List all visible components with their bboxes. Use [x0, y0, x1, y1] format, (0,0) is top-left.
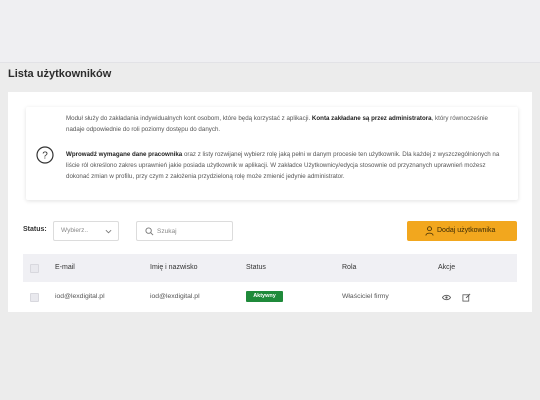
status-select[interactable]: Wybierz.. [53, 221, 119, 241]
svg-text:?: ? [42, 151, 48, 162]
add-user-button[interactable]: Dodaj użytkownika [407, 221, 517, 241]
column-header-name: Imię i nazwisko [150, 264, 198, 271]
search-icon [145, 227, 154, 236]
status-filter-label: Status: [23, 226, 47, 233]
top-bar [0, 0, 540, 63]
info-bold-text: Wprowadź wymagane dane pracownika [66, 151, 183, 158]
row-checkbox[interactable] [30, 293, 39, 302]
cell-role: Właściciel firmy [342, 293, 389, 300]
edit-icon[interactable] [462, 293, 471, 302]
user-icon [425, 226, 434, 236]
status-badge-label: Aktywny [253, 293, 276, 299]
page-title: Lista użytkowników [8, 68, 112, 80]
column-header-role: Rola [342, 264, 357, 271]
info-text: Moduł służy do zakładania indywidualnych… [66, 115, 312, 122]
chevron-down-icon [105, 229, 112, 234]
info-bold-text: Konta zakładane są przez administratora [311, 115, 432, 122]
eye-icon[interactable] [442, 293, 451, 302]
column-header-status: Status [246, 264, 266, 271]
status-select-value: Wybierz.. [61, 227, 89, 234]
search-input[interactable] [157, 225, 227, 237]
cell-name: iod@lexdigital.pl [150, 293, 200, 300]
search-field[interactable] [136, 221, 233, 241]
question-circle-icon: ? [36, 146, 54, 164]
info-paragraph-2: Wprowadź wymagane dane pracownika oraz z… [66, 149, 508, 182]
column-header-email: E-mail [55, 264, 75, 271]
info-paragraph-1: Moduł służy do zakładania indywidualnych… [66, 113, 508, 135]
add-user-label: Dodaj użytkownika [437, 227, 496, 234]
cell-email: iod@lexdigital.pl [55, 293, 105, 300]
select-all-checkbox[interactable] [30, 264, 39, 273]
column-header-actions: Akcje [438, 264, 456, 271]
status-badge: Aktywny [246, 291, 283, 302]
